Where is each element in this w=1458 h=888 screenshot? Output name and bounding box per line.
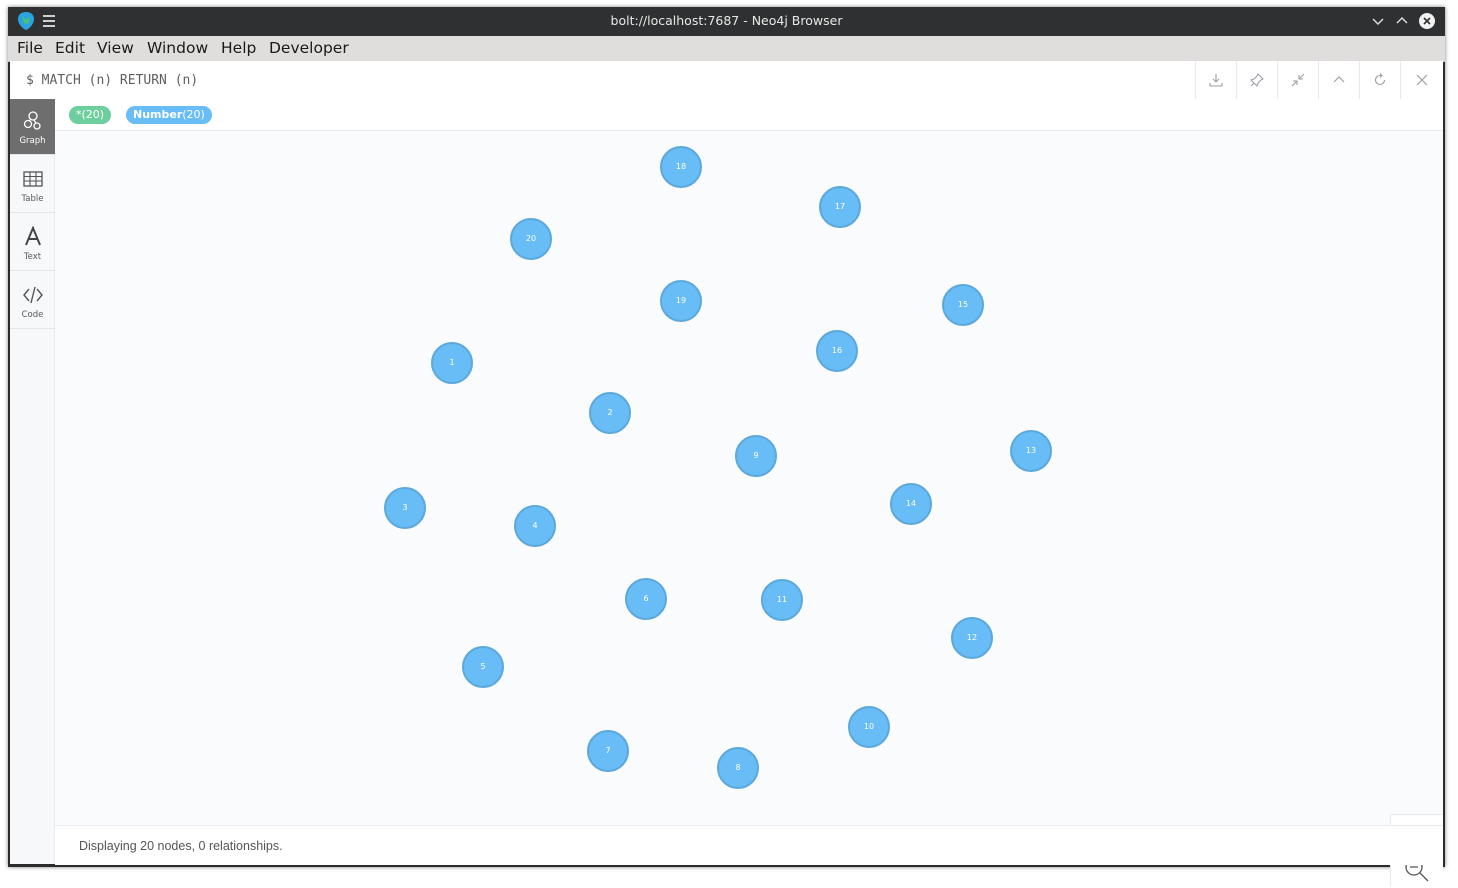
menu-bar: File Edit View Window Help Developer [8, 36, 1445, 62]
query-text[interactable]: $ MATCH (n) RETURN (n) [26, 73, 198, 88]
menu-help[interactable]: Help [221, 39, 256, 57]
pin-icon[interactable] [1236, 61, 1277, 99]
graph-node[interactable]: 9 [735, 435, 777, 477]
window-title: bolt://localhost:7687 - Neo4j Browser [610, 13, 843, 28]
menu-window[interactable]: Window [147, 39, 208, 57]
sidebar-item-table[interactable]: Table [10, 157, 55, 213]
collapse-icon[interactable] [1277, 61, 1318, 99]
graph-node[interactable]: 13 [1010, 430, 1052, 472]
code-icon [22, 284, 44, 306]
graph-node[interactable]: 7 [587, 730, 629, 772]
minimize-icon[interactable] [1370, 13, 1386, 29]
graph-node[interactable]: 19 [660, 280, 702, 322]
graph-canvas[interactable]: 18 17 20 19 15 16 1 2 9 13 3 14 4 6 11 1… [55, 131, 1443, 887]
menu-view[interactable]: View [97, 39, 134, 57]
graph-node[interactable]: 1 [431, 342, 473, 384]
graph-node[interactable]: 15 [942, 284, 984, 326]
sidebar-item-label: Table [21, 194, 44, 204]
graph-node[interactable]: 2 [589, 392, 631, 434]
chevron-up-icon[interactable] [1318, 61, 1359, 99]
graph-node[interactable]: 12 [951, 617, 993, 659]
download-icon[interactable] [1195, 61, 1236, 99]
view-sidebar: Graph Table Text Code [10, 99, 55, 864]
close-frame-icon[interactable] [1400, 61, 1443, 99]
sidebar-item-label: Text [23, 252, 42, 262]
app-window: bolt://localhost:7687 - Neo4j Browser Fi… [8, 7, 1445, 887]
sidebar-item-graph[interactable]: Graph [10, 99, 55, 155]
legend-number-pill[interactable]: Number(20) [126, 106, 212, 124]
maximize-icon[interactable] [1394, 13, 1410, 29]
graph-node[interactable]: 14 [890, 483, 932, 525]
graph-node[interactable]: 11 [761, 579, 803, 621]
title-bar: bolt://localhost:7687 - Neo4j Browser [8, 7, 1445, 36]
graph-node[interactable]: 3 [384, 487, 426, 529]
menu-developer[interactable]: Developer [269, 39, 349, 57]
graph-node[interactable]: 5 [462, 646, 504, 688]
sidebar-item-label: Code [21, 310, 44, 320]
sidebar-item-label: Graph [19, 136, 46, 146]
graph-node[interactable]: 6 [625, 578, 667, 620]
graph-icon [22, 110, 44, 132]
graph-node[interactable]: 20 [510, 218, 552, 260]
sidebar-item-text[interactable]: Text [10, 215, 55, 271]
graph-node[interactable]: 8 [717, 747, 759, 789]
menu-edit[interactable]: Edit [55, 39, 85, 57]
legend-label-count: (20) [182, 108, 205, 121]
legend-label-name: Number [133, 108, 183, 121]
status-bar: Displaying 20 nodes, 0 relationships. [55, 825, 1443, 865]
query-editor[interactable]: $ MATCH (n) RETURN (n) [10, 61, 1443, 100]
graph-node[interactable]: 17 [819, 186, 861, 228]
sidebar-item-code[interactable]: Code [10, 273, 55, 329]
legend-bar: *(20) Number(20) [55, 99, 1443, 131]
graph-node[interactable]: 16 [816, 330, 858, 372]
graph-node[interactable]: 4 [514, 505, 556, 547]
graph-node[interactable]: 18 [660, 146, 702, 188]
graph-node[interactable]: 10 [848, 706, 890, 748]
result-frame: $ MATCH (n) RETURN (n) Graph Table Text … [10, 61, 1443, 887]
close-icon[interactable] [1418, 12, 1436, 30]
table-icon [22, 168, 44, 190]
menu-file[interactable]: File [17, 39, 43, 57]
text-icon [22, 225, 44, 248]
legend-all-count: (20) [81, 108, 105, 121]
status-text: Displaying 20 nodes, 0 relationships. [79, 839, 283, 853]
refresh-icon[interactable] [1359, 61, 1400, 99]
legend-all-nodes-pill[interactable]: *(20) [69, 106, 112, 124]
